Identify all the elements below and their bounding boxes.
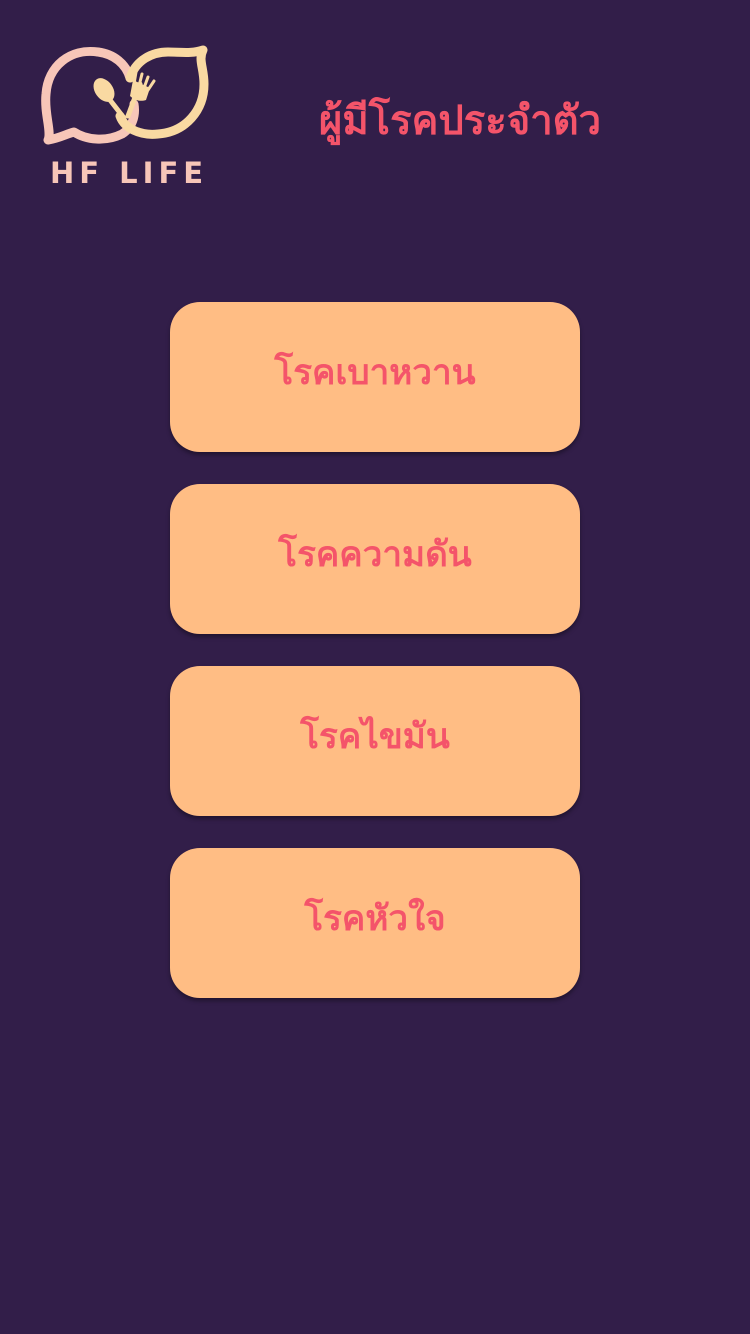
logo-icon	[41, 45, 209, 145]
logo-text: HF LIFE	[50, 156, 209, 190]
heart-disease-button-label: โรคหัวใจ	[304, 898, 446, 939]
page-title: ผู้มีโรคประจำตัว	[318, 98, 602, 144]
cholesterol-button[interactable]: โรคไขมัน	[170, 666, 580, 816]
hypertension-button[interactable]: โรคความดัน	[170, 484, 580, 634]
heart-disease-button[interactable]: โรคหัวใจ	[170, 848, 580, 998]
cholesterol-button-label: โรคไขมัน	[300, 716, 450, 757]
disease-menu: โรคเบาหวาน โรคความดัน โรคไขมัน โรคหัวใจ	[170, 302, 580, 1030]
diabetes-button-label: โรคเบาหวาน	[274, 352, 476, 393]
app-logo: HF LIFE	[40, 44, 210, 194]
diabetes-button[interactable]: โรคเบาหวาน	[170, 302, 580, 452]
hypertension-button-label: โรคความดัน	[278, 534, 472, 575]
